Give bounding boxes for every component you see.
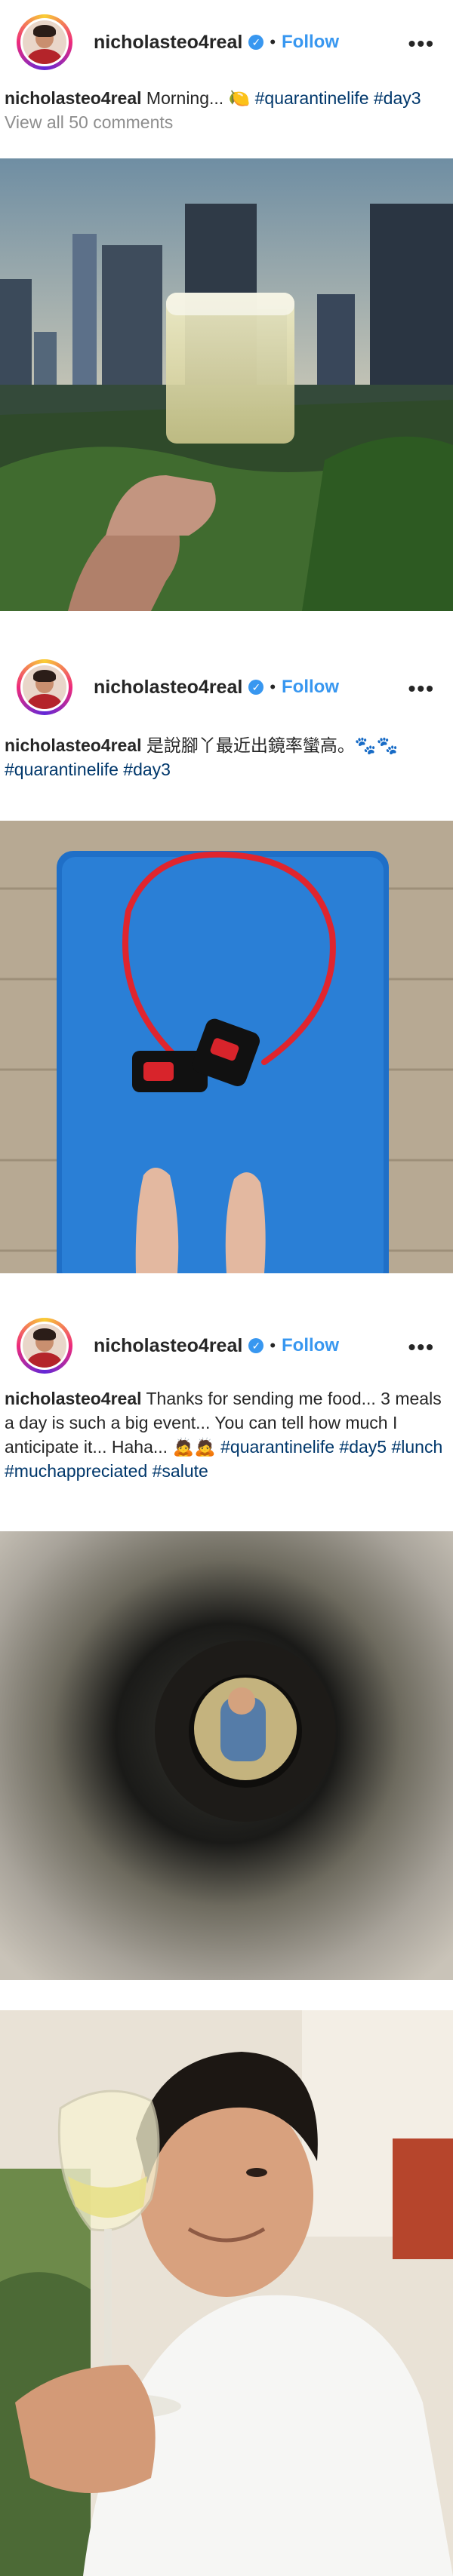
post-caption-3: nicholasteo4real Thanks for sending me f… <box>0 1386 453 1500</box>
post-photo-4[interactable] <box>0 2010 453 2576</box>
verified-badge-icon: ✓ <box>248 1338 264 1353</box>
follow-button[interactable]: Follow <box>282 677 339 698</box>
caption-emoji: 🐾🐾 <box>354 735 399 755</box>
photo-yoga-mat-feet <box>0 821 453 1273</box>
post-photo-1[interactable] <box>0 158 453 611</box>
follow-button[interactable]: Follow <box>282 1335 339 1356</box>
verified-badge-icon: ✓ <box>248 35 264 50</box>
caption-username[interactable]: nicholasteo4real <box>5 735 142 755</box>
avatar[interactable] <box>17 14 72 70</box>
post-caption-2: nicholasteo4real 是說腳丫最近出鏡率蠻高。🐾🐾 #quarant… <box>0 733 453 786</box>
caption-text: 是說腳丫最近出鏡率蠻高。 <box>141 735 355 755</box>
separator-dot: • <box>270 1336 276 1355</box>
avatar[interactable] <box>17 659 72 715</box>
username[interactable]: nicholasteo4real <box>94 1335 242 1357</box>
post-header-2: nicholasteo4real ✓ • Follow ••• <box>0 645 453 729</box>
caption-text: Morning... <box>141 88 229 108</box>
post-header-1: nicholasteo4real ✓ • Follow ••• <box>0 0 453 84</box>
more-options-icon[interactable]: ••• <box>408 677 435 701</box>
avatar[interactable] <box>17 1318 72 1374</box>
photo-selfie-wine <box>0 2010 453 2576</box>
caption-emoji: 🍋 <box>228 88 251 108</box>
caption-emoji: 🙇🙇 <box>172 1437 216 1457</box>
more-options-icon[interactable]: ••• <box>408 32 435 56</box>
separator-dot: • <box>270 677 276 696</box>
separator-dot: • <box>270 32 276 51</box>
photo-lens-view <box>0 1531 453 1980</box>
more-options-icon[interactable]: ••• <box>408 1335 435 1359</box>
caption-username[interactable]: nicholasteo4real <box>5 1389 142 1408</box>
post-header-3: nicholasteo4real ✓ • Follow ••• <box>0 1303 453 1388</box>
follow-button[interactable]: Follow <box>282 32 339 53</box>
username[interactable]: nicholasteo4real <box>94 32 242 54</box>
post-photo-2[interactable] <box>0 821 453 1273</box>
post-photo-3[interactable] <box>0 1531 453 1980</box>
caption-hashtags[interactable]: #quarantinelife #day3 <box>5 760 171 779</box>
caption-hashtags[interactable]: #quarantinelife #day3 <box>255 88 421 108</box>
verified-badge-icon: ✓ <box>248 680 264 695</box>
photo-skyline-drink <box>0 158 453 611</box>
caption-username[interactable]: nicholasteo4real <box>5 88 142 108</box>
post-caption-1: nicholasteo4real Morning... 🍋 #quarantin… <box>0 86 453 131</box>
view-comments-link[interactable]: View all 50 comments <box>5 112 173 131</box>
username[interactable]: nicholasteo4real <box>94 677 242 698</box>
